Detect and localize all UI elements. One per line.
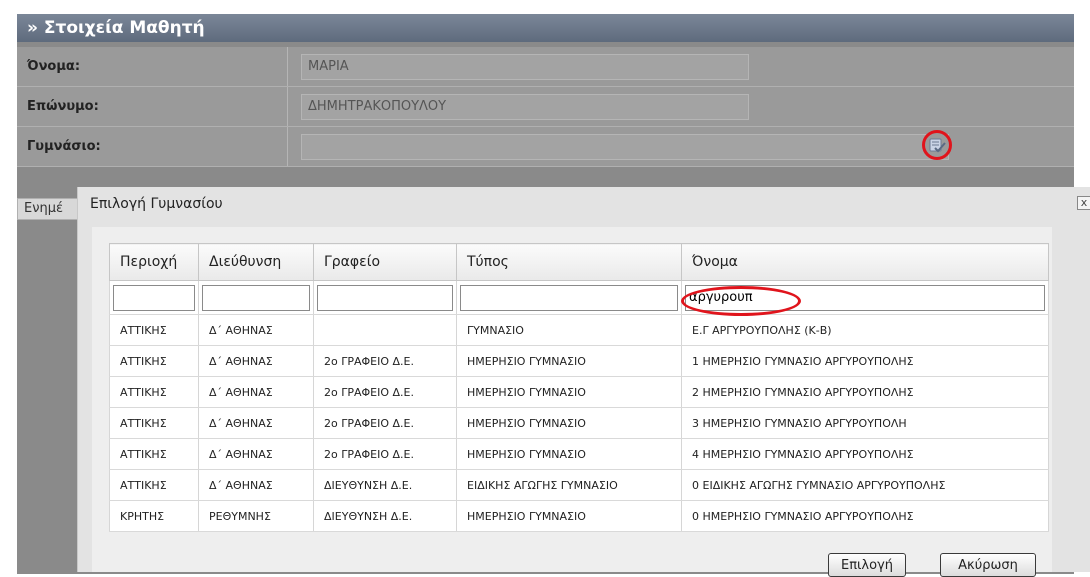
column-header-type[interactable]: Τύπος: [456, 243, 682, 281]
table-cell: Δ΄ ΑΘΗΝΑΣ: [198, 376, 314, 408]
table-cell: 2ο ΓΡΑΦΕΙΟ Δ.Ε.: [313, 438, 457, 470]
filter-type-input[interactable]: [460, 284, 678, 311]
table-row[interactable]: ΑΤΤΙΚΗΣ Δ΄ ΑΘΗΝΑΣ 2ο ΓΡΑΦΕΙΟ Δ.Ε. ΗΜΕΡΗΣΙΟ …: [109, 345, 1049, 377]
name-row: Όνομα: ΜΑΡΙΑ: [17, 47, 1074, 87]
filter-cell: [313, 280, 457, 315]
panel-title: » Στοιχεία Μαθητή: [17, 14, 1074, 42]
table-cell: Ε.Γ ΑΡΓΥΡΟΥΠΟΛΗΣ (Κ-Β): [681, 314, 1049, 346]
table-row[interactable]: ΑΤΤΙΚΗΣ Δ΄ ΑΘΗΝΑΣ 2ο ΓΡΑΦΕΙΟ Δ.Ε. ΗΜΕΡΗΣΙΟ …: [109, 376, 1049, 408]
table-cell: ΓΥΜΝΑΣΙΟ: [456, 314, 682, 346]
filter-name-input[interactable]: [685, 284, 1045, 311]
filter-cell: [109, 280, 199, 315]
table-cell: 1 ΗΜΕΡΗΣΙΟ ΓΥΜΝΑΣΙΟ ΑΡΓΥΡΟΥΠΟΛΗΣ: [681, 345, 1049, 377]
search-list-icon[interactable]: [922, 130, 952, 160]
filter-cell: [456, 280, 682, 315]
gymnasium-row: Γυμνάσιο:: [17, 127, 1074, 167]
row-divider: [287, 127, 288, 166]
table-cell: Δ΄ ΑΘΗΝΑΣ: [198, 438, 314, 470]
row-divider: [287, 87, 288, 126]
table-cell: ΑΤΤΙΚΗΣ: [109, 469, 199, 501]
table-row[interactable]: ΑΤΤΙΚΗΣ Δ΄ ΑΘΗΝΑΣ 2ο ΓΡΑΦΕΙΟ Δ.Ε. ΗΜΕΡΗΣΙΟ …: [109, 407, 1049, 439]
table-cell: ΕΙΔΙΚΗΣ ΑΓΩΓΗΣ ΓΥΜΝΑΣΙΟ: [456, 469, 682, 501]
table-cell: ΗΜΕΡΗΣΙΟ ΓΥΜΝΑΣΙΟ: [456, 438, 682, 470]
table-cell: ΑΤΤΙΚΗΣ: [109, 438, 199, 470]
table-cell: ΔΙΕΥΘΥΝΣΗ Δ.Ε.: [313, 500, 457, 532]
table-row[interactable]: ΚΡΗΤΗΣ ΡΕΘΥΜΝΗΣ ΔΙΕΥΘΥΝΣΗ Δ.Ε. ΗΜΕΡΗΣΙΟ ΓΥΜ…: [109, 500, 1049, 532]
surname-field[interactable]: ΔΗΜΗΤΡΑΚΟΠΟΥΛΟΥ: [301, 94, 749, 120]
table-cell: ΑΤΤΙΚΗΣ: [109, 376, 199, 408]
table-cell: ΑΤΤΙΚΗΣ: [109, 407, 199, 439]
filter-name-wrapper: [681, 284, 1045, 316]
name-field[interactable]: ΜΑΡΙΑ: [301, 54, 749, 80]
filter-cell: [681, 280, 1049, 316]
row-divider: [287, 47, 288, 86]
gymnasium-field[interactable]: [301, 134, 949, 160]
search-list-icon-glyph: [929, 138, 946, 153]
filter-cell: [198, 280, 314, 315]
column-header-office[interactable]: Γραφείο: [313, 243, 457, 281]
table-cell: 2ο ΓΡΑΦΕΙΟ Δ.Ε.: [313, 345, 457, 377]
table-cell: ΡΕΘΥΜΝΗΣ: [198, 500, 314, 532]
table-cell: ΗΜΕΡΗΣΙΟ ΓΥΜΝΑΣΙΟ: [456, 345, 682, 377]
table-cell: ΑΤΤΙΚΗΣ: [109, 345, 199, 377]
header-row: Περιοχή Διεύθυνση Γραφείο Τύπος Όνομα: [109, 243, 1049, 281]
table-cell: [313, 314, 457, 346]
table-cell: 2 ΗΜΕΡΗΣΙΟ ΓΥΜΝΑΣΙΟ ΑΡΓΥΡΟΥΠΟΛΗΣ: [681, 376, 1049, 408]
filter-region-input[interactable]: [113, 284, 195, 311]
table-cell: 0 ΗΜΕΡΗΣΙΟ ΓΥΜΝΑΣΙΟ ΑΡΓΥΡΟΥΠΟΛΗΣ: [681, 500, 1049, 532]
column-header-region[interactable]: Περιοχή: [109, 243, 199, 281]
table-cell: Δ΄ ΑΘΗΝΑΣ: [198, 407, 314, 439]
dialog-title: Επιλογή Γυμνασίου: [90, 196, 223, 212]
table-cell: ΑΤΤΙΚΗΣ: [109, 314, 199, 346]
table-cell: ΗΜΕΡΗΣΙΟ ΓΥΜΝΑΣΙΟ: [456, 500, 682, 532]
table-cell: 2ο ΓΡΑΦΕΙΟ Δ.Ε.: [313, 407, 457, 439]
table-cell: Δ΄ ΑΘΗΝΑΣ: [198, 314, 314, 346]
column-header-directorate[interactable]: Διεύθυνση: [198, 243, 314, 281]
table-cell: ΔΙΕΥΘΥΝΣΗ Δ.Ε.: [313, 469, 457, 501]
select-button[interactable]: Επιλογή: [828, 553, 906, 577]
table-cell: 3 ΗΜΕΡΗΣΙΟ ΓΥΜΝΑΣΙΟ ΑΡΓΥΡΟΥΠΟΛΗ: [681, 407, 1049, 439]
table-cell: ΚΡΗΤΗΣ: [109, 500, 199, 532]
table-row[interactable]: ΑΤΤΙΚΗΣ Δ΄ ΑΘΗΝΑΣ ΔΙΕΥΘΥΝΣΗ Δ.Ε. ΕΙΔΙΚΗΣ ΑΓ…: [109, 469, 1049, 501]
close-icon[interactable]: x: [1077, 196, 1090, 210]
table-row[interactable]: ΑΤΤΙΚΗΣ Δ΄ ΑΘΗΝΑΣ ΓΥΜΝΑΣΙΟ Ε.Γ ΑΡΓΥΡΟΥΠΟΛΗΣ…: [109, 314, 1049, 346]
table-cell: Δ΄ ΑΘΗΝΑΣ: [198, 469, 314, 501]
filter-office-input[interactable]: [317, 284, 453, 311]
table-cell: 4 ΗΜΕΡΗΣΙΟ ΓΥΜΝΑΣΙΟ ΑΡΓΥΡΟΥΠΟΛΗΣ: [681, 438, 1049, 470]
select-gymnasium-dialog: Επιλογή Γυμνασίου x Περιοχή Διεύθυνση Γρ…: [77, 187, 1090, 577]
results-table: Περιοχή Διεύθυνση Γραφείο Τύπος Όνομα αρ…: [109, 243, 1049, 532]
cancel-button[interactable]: Ακύρωση: [940, 553, 1036, 577]
table-cell: 0 ΕΙΔΙΚΗΣ ΑΓΩΓΗΣ ΓΥΜΝΑΣΙΟ ΑΡΓΥΡΟΥΠΟΛΗΣ: [681, 469, 1049, 501]
surname-row: Επώνυμο: ΔΗΜΗΤΡΑΚΟΠΟΥΛΟΥ: [17, 87, 1074, 127]
column-header-name[interactable]: Όνομα: [681, 243, 1049, 281]
surname-label: Επώνυμο:: [27, 99, 99, 114]
filter-directorate-input[interactable]: [202, 284, 310, 311]
table-row[interactable]: ΑΤΤΙΚΗΣ Δ΄ ΑΘΗΝΑΣ 2ο ΓΡΑΦΕΙΟ Δ.Ε. ΗΜΕΡΗΣΙΟ …: [109, 438, 1049, 470]
table-cell: 2ο ΓΡΑΦΕΙΟ Δ.Ε.: [313, 376, 457, 408]
filter-row: [109, 280, 1049, 316]
gymnasium-label: Γυμνάσιο:: [27, 139, 101, 154]
table-cell: ΗΜΕΡΗΣΙΟ ΓΥΜΝΑΣΙΟ: [456, 376, 682, 408]
dialog-content: Περιοχή Διεύθυνση Γραφείο Τύπος Όνομα αρ…: [92, 227, 1052, 577]
table-cell: ΗΜΕΡΗΣΙΟ ΓΥΜΝΑΣΙΟ: [456, 407, 682, 439]
table-cell: Δ΄ ΑΘΗΝΑΣ: [198, 345, 314, 377]
name-label: Όνομα:: [27, 59, 81, 74]
